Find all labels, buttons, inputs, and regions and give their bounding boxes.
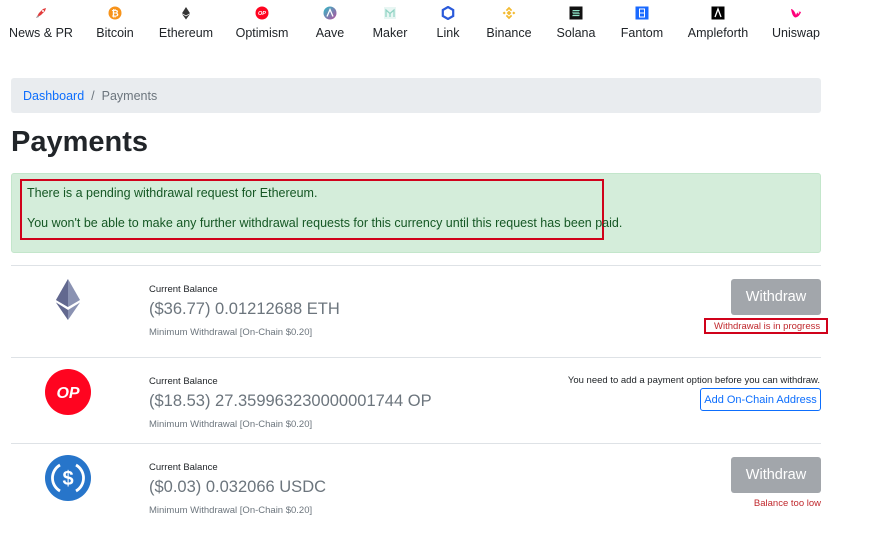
minimum-withdrawal: Minimum Withdrawal [On-Chain $0.20] <box>149 505 313 516</box>
fantom-icon <box>635 6 649 20</box>
nav-item-fantom[interactable]: Fantom <box>602 6 682 40</box>
balance-amount: ($36.77) 0.01212688 ETH <box>149 300 340 318</box>
nav-label: Ethereum <box>158 26 214 40</box>
row-divider <box>11 265 821 266</box>
nav-label: Fantom <box>620 26 664 40</box>
row-divider <box>11 443 821 444</box>
page-title: Payments <box>11 126 149 158</box>
payment-option-notice: You need to add a payment option before … <box>567 375 820 386</box>
svg-text:OP: OP <box>258 11 266 17</box>
alert-message: There is a pending withdrawal request fo… <box>27 186 318 200</box>
uniswap-icon <box>789 6 803 20</box>
balance-label: Current Balance <box>149 462 218 473</box>
binance-icon <box>502 6 516 20</box>
pending-withdrawal-alert: There is a pending withdrawal request fo… <box>11 173 821 253</box>
solana-icon <box>569 6 583 20</box>
minimum-withdrawal: Minimum Withdrawal [On-Chain $0.20] <box>149 327 313 338</box>
balance-label: Current Balance <box>149 376 218 387</box>
minimum-withdrawal: Minimum Withdrawal [On-Chain $0.20] <box>149 419 313 430</box>
nav-item-ethereum[interactable]: Ethereum <box>146 6 226 40</box>
optimism-icon: OP <box>45 369 91 415</box>
balance-amount: ($0.03) 0.032066 USDC <box>149 478 327 496</box>
withdrawal-status: Withdrawal is in progress <box>714 321 821 332</box>
balance-status: Balance too low <box>753 498 821 509</box>
status-highlight-box: Withdrawal is in progress <box>704 318 828 334</box>
maker-icon <box>383 6 397 20</box>
bitcoin-icon: ₿ <box>108 6 122 20</box>
alert-detail: You won't be able to make any further wi… <box>27 216 623 230</box>
nav-label: Bitcoin <box>96 26 134 40</box>
nav-item-news[interactable]: News & PR <box>1 6 81 40</box>
chainlink-icon <box>441 6 455 20</box>
optimism-icon-text: OP <box>56 385 79 402</box>
svg-text:$: $ <box>62 468 73 490</box>
breadcrumb: Dashboard / Payments <box>11 78 821 113</box>
nav-item-ampleforth[interactable]: Ampleforth <box>678 6 758 40</box>
nav-label: News & PR <box>9 26 73 40</box>
nav-item-bitcoin[interactable]: ₿ Bitcoin <box>75 6 155 40</box>
usdc-icon: $ <box>45 455 91 501</box>
row-divider <box>11 357 821 358</box>
crypto-nav: News & PR ₿ Bitcoin Ethereum OP Optimism… <box>0 6 872 46</box>
nav-label: Uniswap <box>772 26 820 40</box>
balance-label: Current Balance <box>149 284 218 295</box>
withdraw-button[interactable]: Withdraw <box>731 279 821 315</box>
breadcrumb-separator: / <box>91 88 95 103</box>
add-on-chain-address-button[interactable]: Add On-Chain Address <box>700 388 821 411</box>
nav-label: Ampleforth <box>687 26 749 40</box>
breadcrumb-dashboard-link[interactable]: Dashboard <box>23 89 84 103</box>
ethereum-icon <box>179 6 193 20</box>
nav-item-uniswap[interactable]: Uniswap <box>756 6 836 40</box>
rocket-icon <box>34 6 48 20</box>
balance-amount: ($18.53) 27.359963230000001744 OP <box>149 392 432 410</box>
withdraw-button[interactable]: Withdraw <box>731 457 821 493</box>
ampleforth-icon <box>711 6 725 20</box>
optimism-icon: OP <box>255 6 269 20</box>
svg-text:₿: ₿ <box>111 8 118 18</box>
breadcrumb-current: Payments <box>101 88 158 103</box>
ethereum-icon <box>45 277 91 323</box>
aave-icon <box>323 6 337 20</box>
